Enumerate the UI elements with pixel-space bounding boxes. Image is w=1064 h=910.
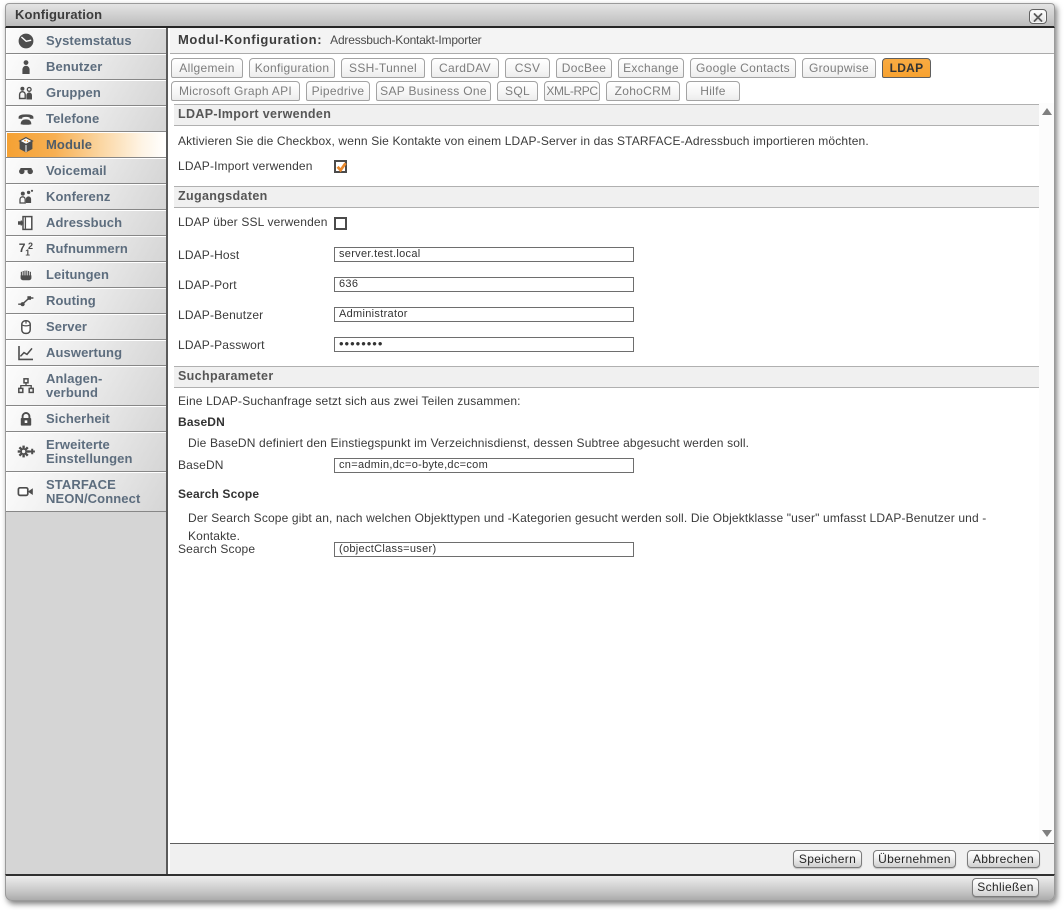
svg-text:2: 2	[28, 240, 33, 250]
